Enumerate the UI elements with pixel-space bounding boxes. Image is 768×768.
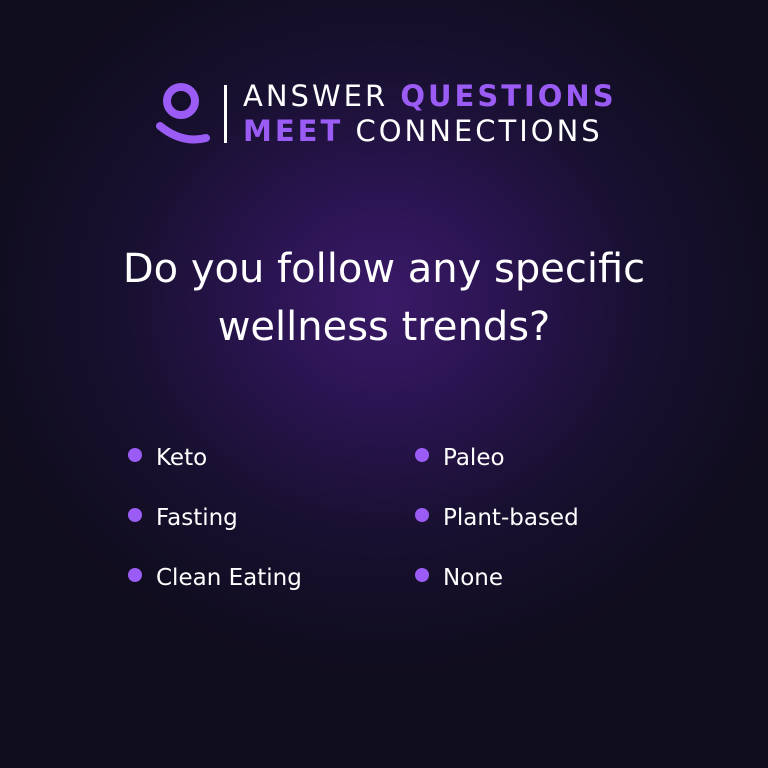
bullet-dot bbox=[128, 568, 142, 582]
tagline-word-meet: MEET bbox=[243, 114, 344, 148]
tagline-word-answer: ANSWER bbox=[243, 79, 389, 113]
option-label: None bbox=[443, 565, 504, 591]
tagline-line-2: MEET CONNECTIONS bbox=[243, 114, 617, 149]
question-title: Do you follow any specific wellness tren… bbox=[0, 240, 768, 356]
bullet-dot bbox=[128, 448, 142, 462]
option-label: Keto bbox=[156, 445, 208, 471]
option-clean-eating[interactable]: Clean Eating bbox=[128, 560, 415, 596]
option-fasting[interactable]: Fasting bbox=[128, 500, 415, 536]
option-none[interactable]: None bbox=[415, 560, 648, 596]
brand-tagline: ANSWER QUESTIONS MEET CONNECTIONS bbox=[243, 79, 617, 149]
answer-options: Keto Paleo Fasting Plant-based Clean Eat… bbox=[128, 440, 648, 596]
bullet-dot bbox=[415, 448, 429, 462]
question-line-1: Do you follow any specific bbox=[122, 246, 646, 292]
tagline-word-connections: CONNECTIONS bbox=[355, 114, 603, 148]
option-label: Fasting bbox=[156, 505, 238, 531]
brand-header: ANSWER QUESTIONS MEET CONNECTIONS bbox=[156, 79, 617, 149]
option-label: Clean Eating bbox=[156, 565, 302, 591]
tagline-line-1: ANSWER QUESTIONS bbox=[243, 79, 617, 114]
brand-divider bbox=[224, 85, 227, 143]
option-plant-based[interactable]: Plant-based bbox=[415, 500, 648, 536]
user-icon bbox=[156, 83, 210, 144]
tagline-word-questions: QUESTIONS bbox=[400, 79, 617, 113]
bullet-dot bbox=[415, 508, 429, 522]
option-label: Paleo bbox=[443, 445, 505, 471]
bullet-dot bbox=[128, 508, 142, 522]
question-line-2: wellness trends? bbox=[217, 304, 551, 350]
option-label: Plant-based bbox=[443, 505, 579, 531]
bullet-dot bbox=[415, 568, 429, 582]
option-paleo[interactable]: Paleo bbox=[415, 440, 648, 476]
option-keto[interactable]: Keto bbox=[128, 440, 415, 476]
